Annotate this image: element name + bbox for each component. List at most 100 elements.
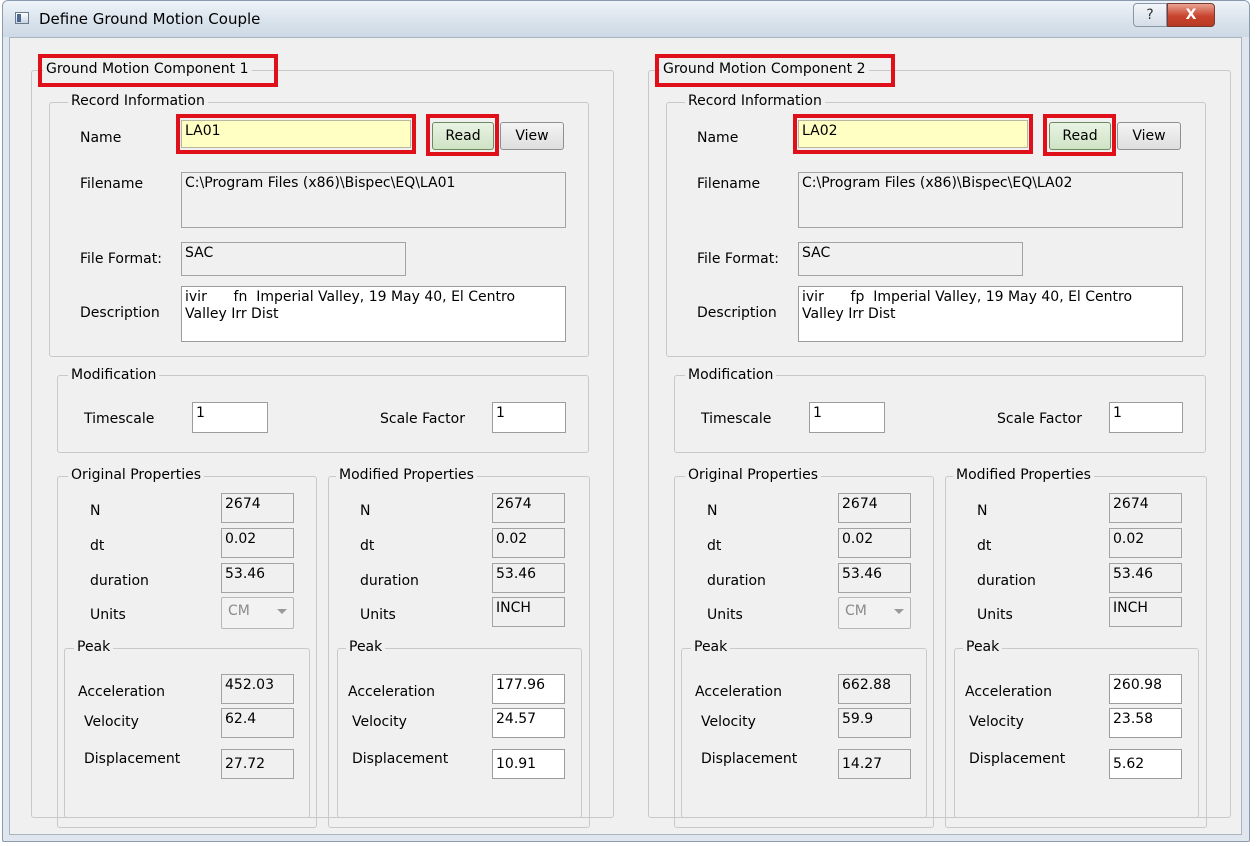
- c2-original-duration-label: duration: [707, 573, 766, 589]
- c1-original-dt-field: 0.02: [221, 528, 294, 558]
- c2-filename-label: Filename: [697, 176, 761, 192]
- c2-original-acceleration-field: 662.88: [838, 674, 911, 704]
- c2-filename-field: C:\Program Files (x86)\Bispec\EQ\LA02: [798, 172, 1183, 228]
- c1-modified-velocity-label: Velocity: [352, 714, 407, 730]
- c1-original-duration-label: duration: [90, 573, 149, 589]
- dialog-window: Define Ground Motion Couple ? X Ground M…: [2, 0, 1250, 842]
- c1-original-duration-field: 53.46: [221, 563, 294, 593]
- c2-original-displacement-field: 14.27: [838, 749, 911, 779]
- c1-modified-peak-label: Peak: [346, 639, 386, 655]
- c2-timescale-label: Timescale: [701, 411, 772, 427]
- c2-modified-duration-label: duration: [977, 573, 1036, 589]
- c2-original-n-field: 2674: [838, 493, 911, 523]
- c1-modified-displacement-label: Displacement: [352, 751, 449, 767]
- c1-filename-label: Filename: [80, 176, 144, 192]
- c2-modified-velocity-field[interactable]: 23.58: [1109, 708, 1182, 738]
- c1-scale-factor-label: Scale Factor: [380, 411, 465, 427]
- c2-original-peak-label: Peak: [691, 639, 731, 655]
- help-icon: ?: [1146, 7, 1154, 23]
- c1-original-units-label: Units: [90, 607, 126, 623]
- c1-modified-dt-field: 0.02: [492, 528, 565, 558]
- c2-modified-displacement-label: Displacement: [969, 751, 1066, 767]
- app-icon: [15, 12, 29, 24]
- c1-file-format-field: SAC: [181, 242, 406, 276]
- chevron-down-icon: [277, 609, 287, 614]
- c2-modified-dt-label: dt: [977, 538, 992, 554]
- c2-modification-label: Modification: [685, 367, 777, 383]
- c2-modified-units-label: Units: [977, 607, 1013, 623]
- c1-description-field[interactable]: ivir fn Imperial Valley, 19 May 40, El C…: [181, 286, 566, 342]
- c1-modified-n-field: 2674: [492, 493, 565, 523]
- close-button[interactable]: X: [1167, 3, 1215, 27]
- c1-original-displacement-label: Displacement: [84, 751, 181, 767]
- c2-modified-peak-label: Peak: [963, 639, 1003, 655]
- c2-view-button[interactable]: View: [1117, 122, 1181, 150]
- c1-original-units-select[interactable]: CM: [221, 597, 294, 629]
- c1-filename-field: C:\Program Files (x86)\Bispec\EQ\LA01: [181, 172, 566, 228]
- c2-component-group-label: Ground Motion Component 2: [660, 61, 869, 77]
- c2-record-information-label: Record Information: [685, 93, 825, 109]
- c2-original-acceleration-label: Acceleration: [695, 684, 782, 700]
- c1-original-velocity-field: 62.4: [221, 708, 294, 738]
- help-button[interactable]: ?: [1133, 3, 1167, 27]
- c2-modified-n-label: N: [977, 503, 988, 519]
- c1-scale-factor-field[interactable]: 1: [492, 402, 566, 433]
- c2-description-field[interactable]: ivir fp Imperial Valley, 19 May 40, El C…: [798, 286, 1183, 342]
- c2-original-units-value: CM: [845, 603, 867, 619]
- c1-view-button[interactable]: View: [500, 122, 564, 150]
- c2-original-velocity-label: Velocity: [701, 714, 756, 730]
- c2-modified-displacement-field[interactable]: 5.62: [1109, 749, 1182, 779]
- c1-original-properties-label: Original Properties: [68, 467, 204, 483]
- close-icon: X: [1185, 7, 1197, 23]
- c1-modified-displacement-field[interactable]: 10.91: [492, 749, 565, 779]
- c1-original-acceleration-label: Acceleration: [78, 684, 165, 700]
- c1-modified-velocity-field[interactable]: 24.57: [492, 708, 565, 738]
- c1-modified-units-label: Units: [360, 607, 396, 623]
- c2-modified-properties-label: Modified Properties: [953, 467, 1094, 483]
- c1-original-displacement-field: 27.72: [221, 749, 294, 779]
- c1-record-information-label: Record Information: [68, 93, 208, 109]
- c1-original-n-field: 2674: [221, 493, 294, 523]
- c1-modified-acceleration-field[interactable]: 177.96: [492, 674, 565, 704]
- dialog-client-area: Ground Motion Component 1 Record Informa…: [9, 37, 1242, 835]
- c2-original-units-label: Units: [707, 607, 743, 623]
- c1-component-group-label: Ground Motion Component 1: [43, 61, 252, 77]
- c2-original-displacement-label: Displacement: [701, 751, 798, 767]
- c1-original-dt-label: dt: [90, 538, 105, 554]
- c1-modified-duration-field: 53.46: [492, 563, 565, 593]
- window-title: Define Ground Motion Couple: [39, 10, 261, 28]
- c2-modified-acceleration-label: Acceleration: [965, 684, 1052, 700]
- c2-name-label: Name: [697, 130, 739, 146]
- c2-scale-factor-field[interactable]: 1: [1109, 402, 1183, 433]
- c2-scale-factor-label: Scale Factor: [997, 411, 1082, 427]
- title-bar[interactable]: Define Ground Motion Couple ? X: [3, 1, 1249, 37]
- c1-original-peak-label: Peak: [74, 639, 114, 655]
- c1-modified-duration-label: duration: [360, 573, 419, 589]
- c2-timescale-field[interactable]: 1: [809, 402, 885, 433]
- c2-file-format-field: SAC: [798, 242, 1023, 276]
- c1-original-acceleration-field: 452.03: [221, 674, 294, 704]
- c1-modified-dt-label: dt: [360, 538, 375, 554]
- component-2-panel: Ground Motion Component 2 Record Informa…: [627, 38, 1243, 836]
- c1-modification-label: Modification: [68, 367, 160, 383]
- c2-description-label: Description: [697, 305, 777, 321]
- c1-read-button[interactable]: Read: [432, 122, 494, 150]
- c1-timescale-field[interactable]: 1: [192, 402, 268, 433]
- c2-file-format-label: File Format:: [697, 251, 779, 267]
- c1-timescale-label: Timescale: [84, 411, 155, 427]
- c1-modified-acceleration-label: Acceleration: [348, 684, 435, 700]
- c2-original-units-select[interactable]: CM: [838, 597, 911, 629]
- c2-original-duration-field: 53.46: [838, 563, 911, 593]
- c2-name-field[interactable]: LA02: [798, 120, 1028, 148]
- c1-name-field[interactable]: LA01: [181, 120, 411, 148]
- c2-original-dt-label: dt: [707, 538, 722, 554]
- c2-read-button[interactable]: Read: [1049, 122, 1111, 150]
- c1-name-label: Name: [80, 130, 122, 146]
- c1-original-n-label: N: [90, 503, 101, 519]
- c2-modified-acceleration-field[interactable]: 260.98: [1109, 674, 1182, 704]
- c2-original-dt-field: 0.02: [838, 528, 911, 558]
- component-1-panel: Ground Motion Component 1 Record Informa…: [10, 38, 626, 836]
- c2-modified-duration-field: 53.46: [1109, 563, 1182, 593]
- c1-original-velocity-label: Velocity: [84, 714, 139, 730]
- c2-original-n-label: N: [707, 503, 718, 519]
